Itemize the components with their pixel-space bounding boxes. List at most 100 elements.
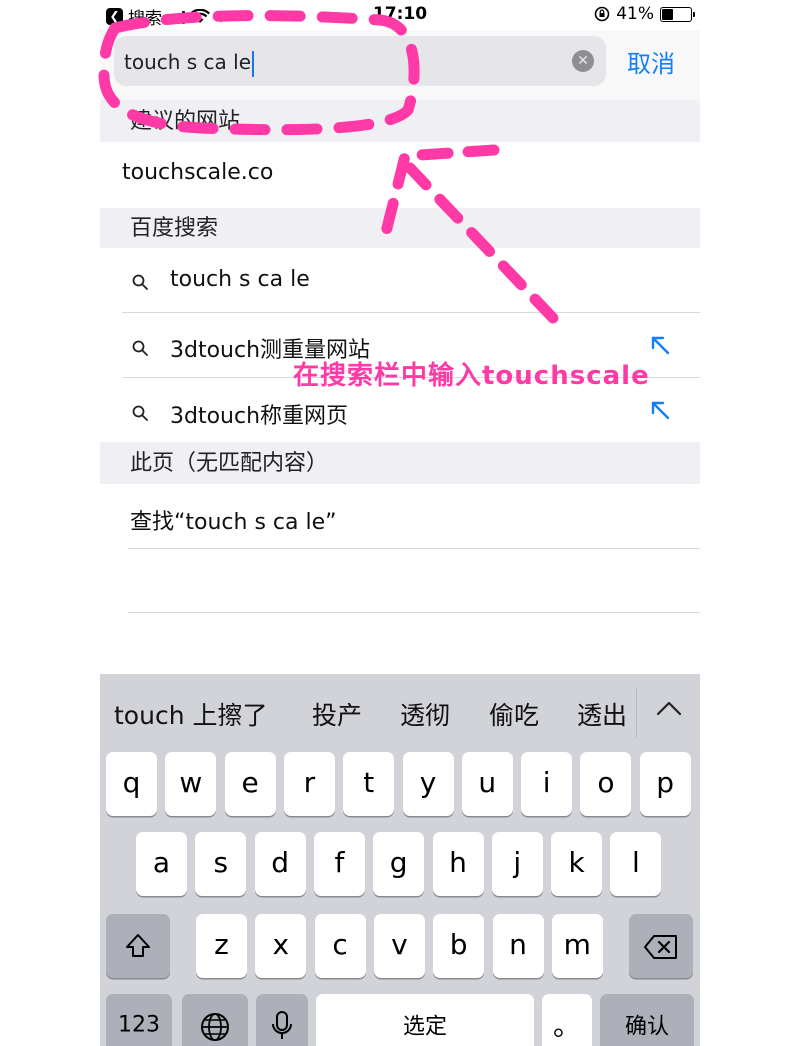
key-q[interactable]: q — [106, 752, 157, 816]
space-key-label: 选定 — [402, 1014, 447, 1040]
key-label: u — [478, 765, 497, 799]
key-label: w — [179, 765, 203, 799]
confirm-key-label: 确认 — [624, 1014, 669, 1040]
confirm-key[interactable]: 确认 — [600, 994, 694, 1046]
key-p[interactable]: p — [639, 752, 691, 816]
section-header-baidu: 百度搜索 — [100, 208, 700, 248]
status-right: 41% — [594, 4, 695, 24]
key-label: t — [363, 765, 375, 799]
suggested-site-item[interactable]: touchscale.co — [100, 142, 700, 208]
key-label: b — [449, 927, 468, 961]
key-i[interactable]: i — [521, 752, 573, 816]
battery-percent: 41% — [616, 4, 654, 24]
candidate-word[interactable]: 透彻 — [400, 696, 450, 732]
space-key[interactable]: 选定 — [316, 994, 534, 1046]
candidate-word[interactable]: 偷吃 — [489, 696, 539, 732]
key-label: j — [513, 845, 522, 879]
key-n[interactable]: n — [492, 914, 544, 978]
key-s[interactable]: s — [195, 832, 247, 896]
key-label: s — [213, 845, 229, 879]
key-t[interactable]: t — [343, 752, 395, 816]
key-label: e — [241, 765, 259, 799]
microphone-icon — [272, 1011, 292, 1039]
key-m[interactable]: m — [551, 914, 603, 978]
key-label: y — [419, 765, 437, 799]
numbers-key-label: 123 — [118, 1012, 160, 1038]
key-label: c — [332, 927, 348, 961]
globe-key[interactable] — [182, 994, 248, 1046]
find-on-page-label: 查找“touch s ca le” — [130, 510, 337, 535]
key-d[interactable]: d — [254, 832, 306, 896]
section-header-suggested: 建议的网站 — [100, 100, 700, 142]
candidate-word[interactable]: 投产 — [312, 696, 362, 732]
key-w[interactable]: w — [165, 752, 217, 816]
globe-icon — [201, 1013, 229, 1041]
key-u[interactable]: u — [461, 752, 513, 816]
key-j[interactable]: j — [491, 832, 543, 896]
candidate-word[interactable]: 透出 — [577, 696, 627, 732]
period-key-label: 。 — [552, 1009, 581, 1042]
battery-icon — [660, 6, 695, 22]
text-caret — [252, 50, 255, 77]
backspace-key[interactable] — [629, 914, 693, 978]
shift-key[interactable] — [106, 914, 170, 978]
find-on-page-item[interactable]: 查找“touch s ca le” — [100, 484, 700, 548]
shift-arrow-icon — [126, 934, 150, 957]
search-input[interactable]: touch s ca le ✕ — [114, 36, 606, 86]
key-label: r — [303, 765, 316, 799]
key-z[interactable]: z — [196, 914, 247, 978]
cancel-button[interactable]: 取消 — [627, 44, 675, 79]
key-f[interactable]: f — [313, 832, 365, 896]
key-label: n — [509, 927, 527, 961]
search-icon — [132, 405, 148, 421]
chevron-up-icon — [656, 701, 682, 716]
section-header-this-page: 此页（无匹配内容） — [100, 442, 700, 484]
key-a[interactable]: a — [136, 832, 187, 896]
key-y[interactable]: y — [402, 752, 454, 816]
candidate-word[interactable]: touch 上擦了 — [114, 696, 267, 732]
key-label: q — [122, 765, 141, 799]
key-c[interactable]: c — [314, 914, 366, 978]
fill-query-arrow-icon[interactable] — [648, 333, 672, 357]
key-k[interactable]: k — [551, 832, 603, 896]
key-l[interactable]: l — [610, 832, 662, 896]
expand-candidates-button[interactable] — [636, 674, 700, 752]
key-label: m — [563, 927, 591, 961]
period-key[interactable]: 。 — [542, 994, 592, 1046]
suggestion-label: 3dtouch称重网页 — [170, 404, 349, 429]
key-g[interactable]: g — [373, 832, 425, 896]
suggested-site-label: touchscale.co — [122, 160, 274, 185]
phone-screen: ❮ 搜索 ✻ 17:10 41% touch s ca le ✕ 取消 建议的网… — [100, 0, 700, 1046]
keyboard: touch 上擦了 投产 透彻 偷吃 透出 q w e r t y u i o p a s d f g h j… — [100, 674, 700, 1046]
key-e[interactable]: e — [224, 752, 276, 816]
search-bar-row: touch s ca le ✕ 取消 — [100, 30, 700, 100]
key-label: x — [272, 927, 290, 961]
key-h[interactable]: h — [432, 832, 484, 896]
key-r[interactable]: r — [283, 752, 335, 816]
numbers-key[interactable]: 123 — [106, 994, 172, 1046]
suggestion-label: touch s ca le — [170, 267, 310, 292]
key-label: f — [334, 845, 345, 879]
search-icon — [132, 274, 148, 290]
backspace-icon — [644, 935, 677, 959]
annotation-caption: 在搜索栏中输入touchscale — [293, 361, 650, 391]
clear-text-icon[interactable]: ✕ — [572, 50, 594, 72]
key-v[interactable]: v — [373, 914, 425, 978]
search-suggestion-item[interactable]: touch s ca le — [100, 248, 700, 313]
key-label: h — [449, 845, 467, 879]
key-label: d — [271, 845, 289, 879]
key-o[interactable]: o — [580, 752, 632, 816]
key-label: l — [632, 845, 640, 879]
candidate-bar: touch 上擦了 投产 透彻 偷吃 透出 — [100, 674, 700, 752]
status-bar: ❮ 搜索 ✻ 17:10 41% — [100, 0, 700, 30]
row-divider — [128, 612, 700, 613]
key-label: o — [597, 765, 615, 799]
key-b[interactable]: b — [433, 914, 485, 978]
search-query-text[interactable]: touch s ca le — [124, 50, 255, 77]
key-x[interactable]: x — [255, 914, 307, 978]
key-label: p — [656, 765, 675, 799]
dictation-key[interactable] — [256, 994, 308, 1046]
fill-query-arrow-icon[interactable] — [648, 398, 672, 422]
search-icon — [132, 340, 148, 356]
key-label: a — [152, 845, 171, 879]
